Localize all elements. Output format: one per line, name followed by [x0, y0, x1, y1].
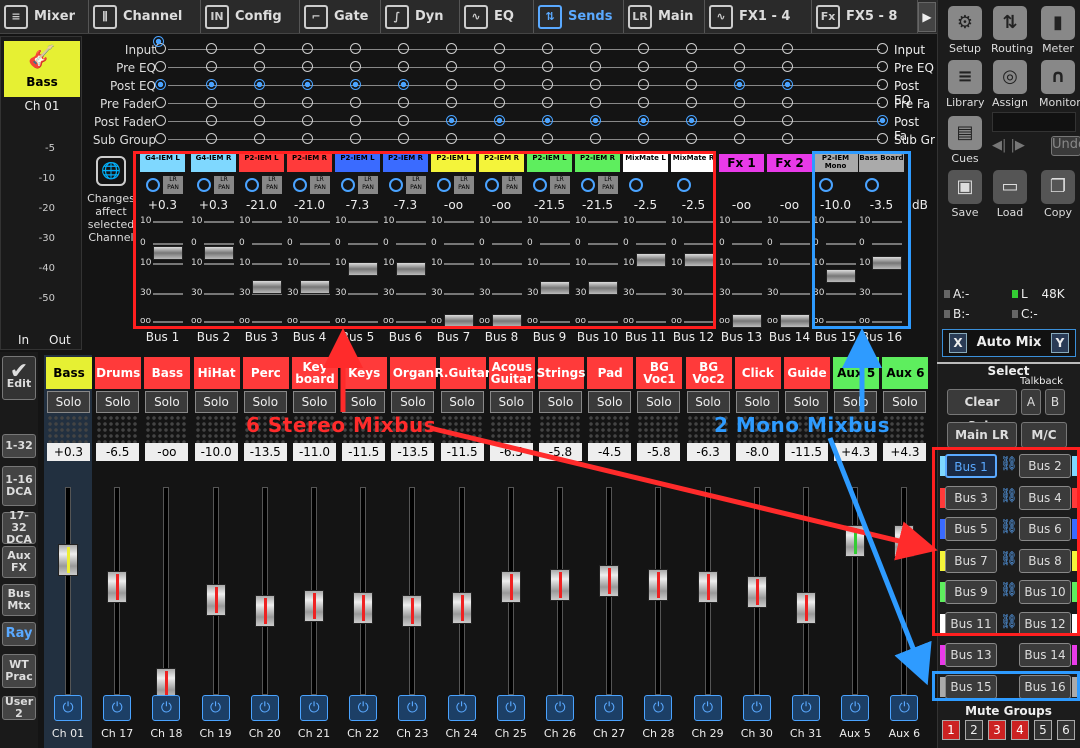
- mono-mixbus-annotation: 2 Mono Mixbus: [714, 413, 891, 437]
- stereo-arrow-right: [429, 425, 938, 561]
- mono-arrow-down: [827, 437, 932, 686]
- annotation-arrows: [323, 328, 938, 686]
- stereo-mixbus-annotation: 6 Stereo Mixbus: [246, 413, 437, 437]
- mixer-app: ≡ Mixer ⫼ Channel IN Config ⌐ Gate ∫ Dyn ∿ EQ ⇅ Sends…: [0, 0, 1080, 748]
